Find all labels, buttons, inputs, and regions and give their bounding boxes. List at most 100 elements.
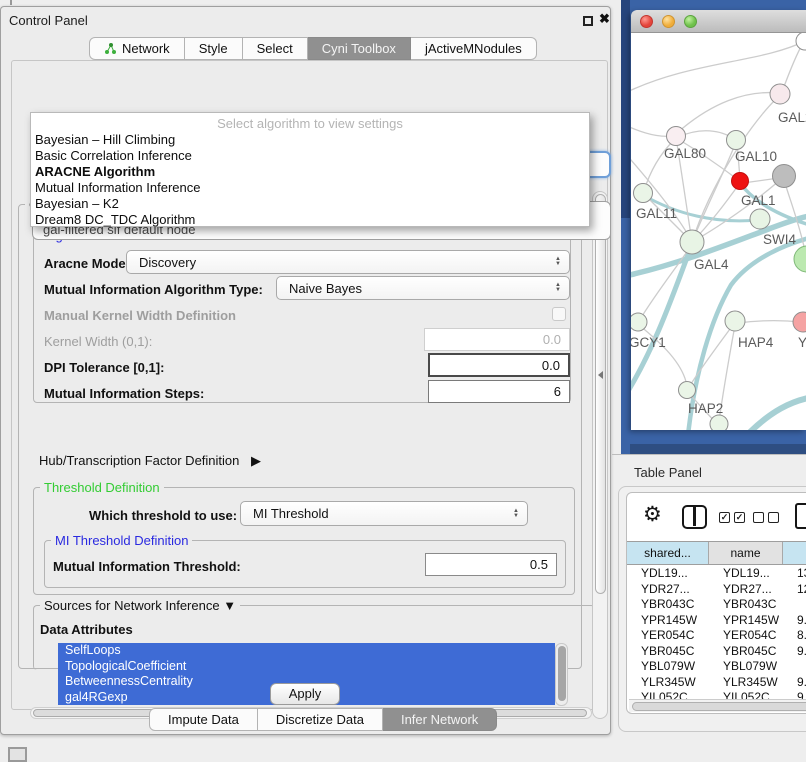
column-header[interactable]: shared... bbox=[627, 542, 709, 564]
tab-style[interactable]: Style bbox=[185, 37, 243, 60]
table-row[interactable]: YPR145WYPR145W9. bbox=[627, 612, 806, 628]
which-threshold-combo[interactable]: MI Threshold ▲▼ bbox=[240, 501, 528, 526]
table-row[interactable]: YDL19...YDL19...13 bbox=[627, 565, 806, 581]
network-node-gal10[interactable] bbox=[727, 131, 746, 150]
panel-resize-handle-icon[interactable] bbox=[598, 371, 603, 379]
network-node-gal4[interactable] bbox=[680, 230, 704, 254]
node-label: GAL2 bbox=[778, 110, 806, 125]
apply-button[interactable]: Apply bbox=[270, 683, 340, 705]
table-row[interactable]: YLR345WYLR345W9. bbox=[627, 674, 806, 690]
network-node[interactable] bbox=[773, 165, 796, 188]
mi-steps-field[interactable]: 6 bbox=[428, 380, 570, 403]
table-cell: YBR045C bbox=[709, 643, 783, 659]
attribute-list-item[interactable]: SelfLoops bbox=[58, 643, 555, 659]
deselect-all-checkbox-icon[interactable] bbox=[753, 512, 764, 523]
attributes-scrollbar-thumb[interactable] bbox=[558, 646, 566, 701]
table-cell: YER054C bbox=[709, 627, 783, 643]
network-node-gal11[interactable] bbox=[634, 184, 653, 203]
settings-scrollbar-thumb[interactable] bbox=[595, 194, 606, 594]
mi-threshold-field[interactable]: 0.5 bbox=[425, 553, 557, 576]
node-label: Y bbox=[798, 335, 806, 350]
algorithm-option[interactable]: ARACNE Algorithm bbox=[31, 164, 589, 180]
mi-threshold-group: MI Threshold Definition Mutual Informati… bbox=[44, 540, 566, 588]
table-row[interactable]: YDR27...YDR27...12 bbox=[627, 581, 806, 597]
table-cell: YDL19... bbox=[709, 565, 783, 581]
tab-network[interactable]: Network bbox=[89, 37, 185, 60]
dpi-tolerance-field[interactable]: 0.0 bbox=[428, 353, 570, 377]
table-row[interactable]: YBR045CYBR045C9. bbox=[627, 643, 806, 659]
bottom-tab-discretize-data[interactable]: Discretize Data bbox=[258, 708, 383, 731]
document-icon[interactable] bbox=[795, 503, 806, 529]
attribute-list-item[interactable]: TopologicalCoefficient bbox=[58, 659, 555, 675]
table-cell: YBR043C bbox=[709, 596, 783, 612]
sources-group-title[interactable]: Sources for Network Inference ▼ bbox=[40, 598, 240, 613]
select-all-checkbox-icon[interactable]: ✓ bbox=[719, 512, 730, 523]
chevron-down-icon: ▼ bbox=[223, 598, 236, 613]
network-icon bbox=[104, 42, 117, 55]
table-row[interactable]: YBL079WYBL079W bbox=[627, 658, 806, 674]
table-row[interactable]: YER054CYER054C8. bbox=[627, 627, 806, 643]
network-node[interactable] bbox=[796, 33, 806, 50]
settings-scrollbar[interactable] bbox=[592, 191, 608, 719]
network-node-gal80[interactable] bbox=[667, 127, 686, 146]
algorithm-option[interactable]: Dream8 DC_TDC Algorithm bbox=[31, 212, 589, 228]
network-node[interactable] bbox=[710, 415, 728, 430]
network-node-gcy1[interactable] bbox=[631, 313, 647, 331]
select-all-checkbox-icon[interactable]: ✓ bbox=[734, 512, 745, 523]
network-window-titlebar[interactable] bbox=[631, 10, 806, 33]
network-edge[interactable] bbox=[678, 131, 734, 139]
threshold-definition-title: Threshold Definition bbox=[40, 480, 164, 495]
deselect-all-checkbox-icon[interactable] bbox=[768, 512, 779, 523]
table-cell: YDR27... bbox=[627, 581, 709, 597]
minimize-traffic-light-icon[interactable] bbox=[662, 15, 675, 28]
minimized-panel-icon[interactable] bbox=[8, 747, 27, 762]
gear-icon[interactable]: ⚙ bbox=[643, 502, 662, 527]
table-scrollbar-thumb[interactable] bbox=[632, 702, 806, 711]
table-row[interactable]: YBR043CYBR043C bbox=[627, 596, 806, 612]
network-node-gal1[interactable] bbox=[732, 173, 749, 190]
manual-kernel-checkbox[interactable] bbox=[552, 307, 566, 321]
network-node-hap2[interactable] bbox=[679, 382, 696, 399]
algorithm-option[interactable]: Bayesian – K2 bbox=[31, 196, 589, 212]
tab-label: Select bbox=[257, 41, 293, 56]
network-canvas[interactable]: GAL2GAL80GAL10GAL1GAL11SWI4GAL4GCY1HAP4Y… bbox=[631, 33, 806, 430]
mi-threshold-group-title: MI Threshold Definition bbox=[51, 533, 192, 548]
algorithm-option[interactable]: Basic Correlation Inference bbox=[31, 148, 589, 164]
bottom-tab-infer-network[interactable]: Infer Network bbox=[383, 708, 497, 731]
tab-cyni-toolbox[interactable]: Cyni Toolbox bbox=[308, 37, 411, 60]
close-icon[interactable]: ✖ bbox=[599, 11, 610, 27]
aracne-mode-combo[interactable]: Discovery ▲▼ bbox=[126, 250, 570, 274]
tab-label: Network bbox=[122, 41, 170, 56]
tab-jactivemnodules[interactable]: jActiveMNodules bbox=[411, 37, 537, 60]
float-window-icon[interactable] bbox=[583, 16, 593, 26]
tab-select[interactable]: Select bbox=[243, 37, 308, 60]
node-label: GAL4 bbox=[694, 257, 729, 272]
kernel-width-field[interactable]: 0.0 bbox=[424, 328, 570, 351]
table-cell: YPR145W bbox=[709, 612, 783, 628]
kernel-width-label: Kernel Width (0,1): bbox=[44, 334, 152, 349]
column-header[interactable]: name bbox=[709, 542, 783, 564]
which-threshold-value: MI Threshold bbox=[253, 506, 329, 521]
attributes-scrollbar[interactable] bbox=[555, 643, 568, 706]
split-columns-icon[interactable] bbox=[682, 505, 707, 529]
algorithm-option[interactable]: Bayesian – Hill Climbing bbox=[31, 132, 589, 148]
mi-type-combo[interactable]: Naive Bayes ▲▼ bbox=[276, 276, 570, 300]
network-node[interactable] bbox=[794, 246, 806, 272]
zoom-traffic-light-icon[interactable] bbox=[684, 15, 697, 28]
table-horizontal-scrollbar[interactable] bbox=[629, 699, 806, 712]
bottom-tab-impute-data[interactable]: Impute Data bbox=[149, 708, 258, 731]
network-edge[interactable] bbox=[738, 321, 801, 323]
network-node-y[interactable] bbox=[793, 312, 806, 332]
column-header[interactable] bbox=[783, 542, 806, 564]
network-node-gal2[interactable] bbox=[770, 84, 790, 104]
algorithm-option[interactable]: Mutual Information Inference bbox=[31, 180, 589, 196]
network-edge[interactable] bbox=[747, 397, 806, 430]
network-node-hap4[interactable] bbox=[725, 311, 745, 331]
network-node-swi4[interactable] bbox=[750, 209, 770, 229]
hub-definition-toggle[interactable]: Hub/Transcription Factor Definition ▶ bbox=[39, 453, 261, 469]
network-edge[interactable] bbox=[782, 43, 803, 92]
table-cell: YLR345W bbox=[709, 674, 783, 690]
network-graph[interactable]: GAL2GAL80GAL10GAL1GAL11SWI4GAL4GCY1HAP4Y… bbox=[631, 33, 806, 430]
sources-title-text: Sources for Network Inference bbox=[44, 598, 220, 613]
close-traffic-light-icon[interactable] bbox=[640, 15, 653, 28]
